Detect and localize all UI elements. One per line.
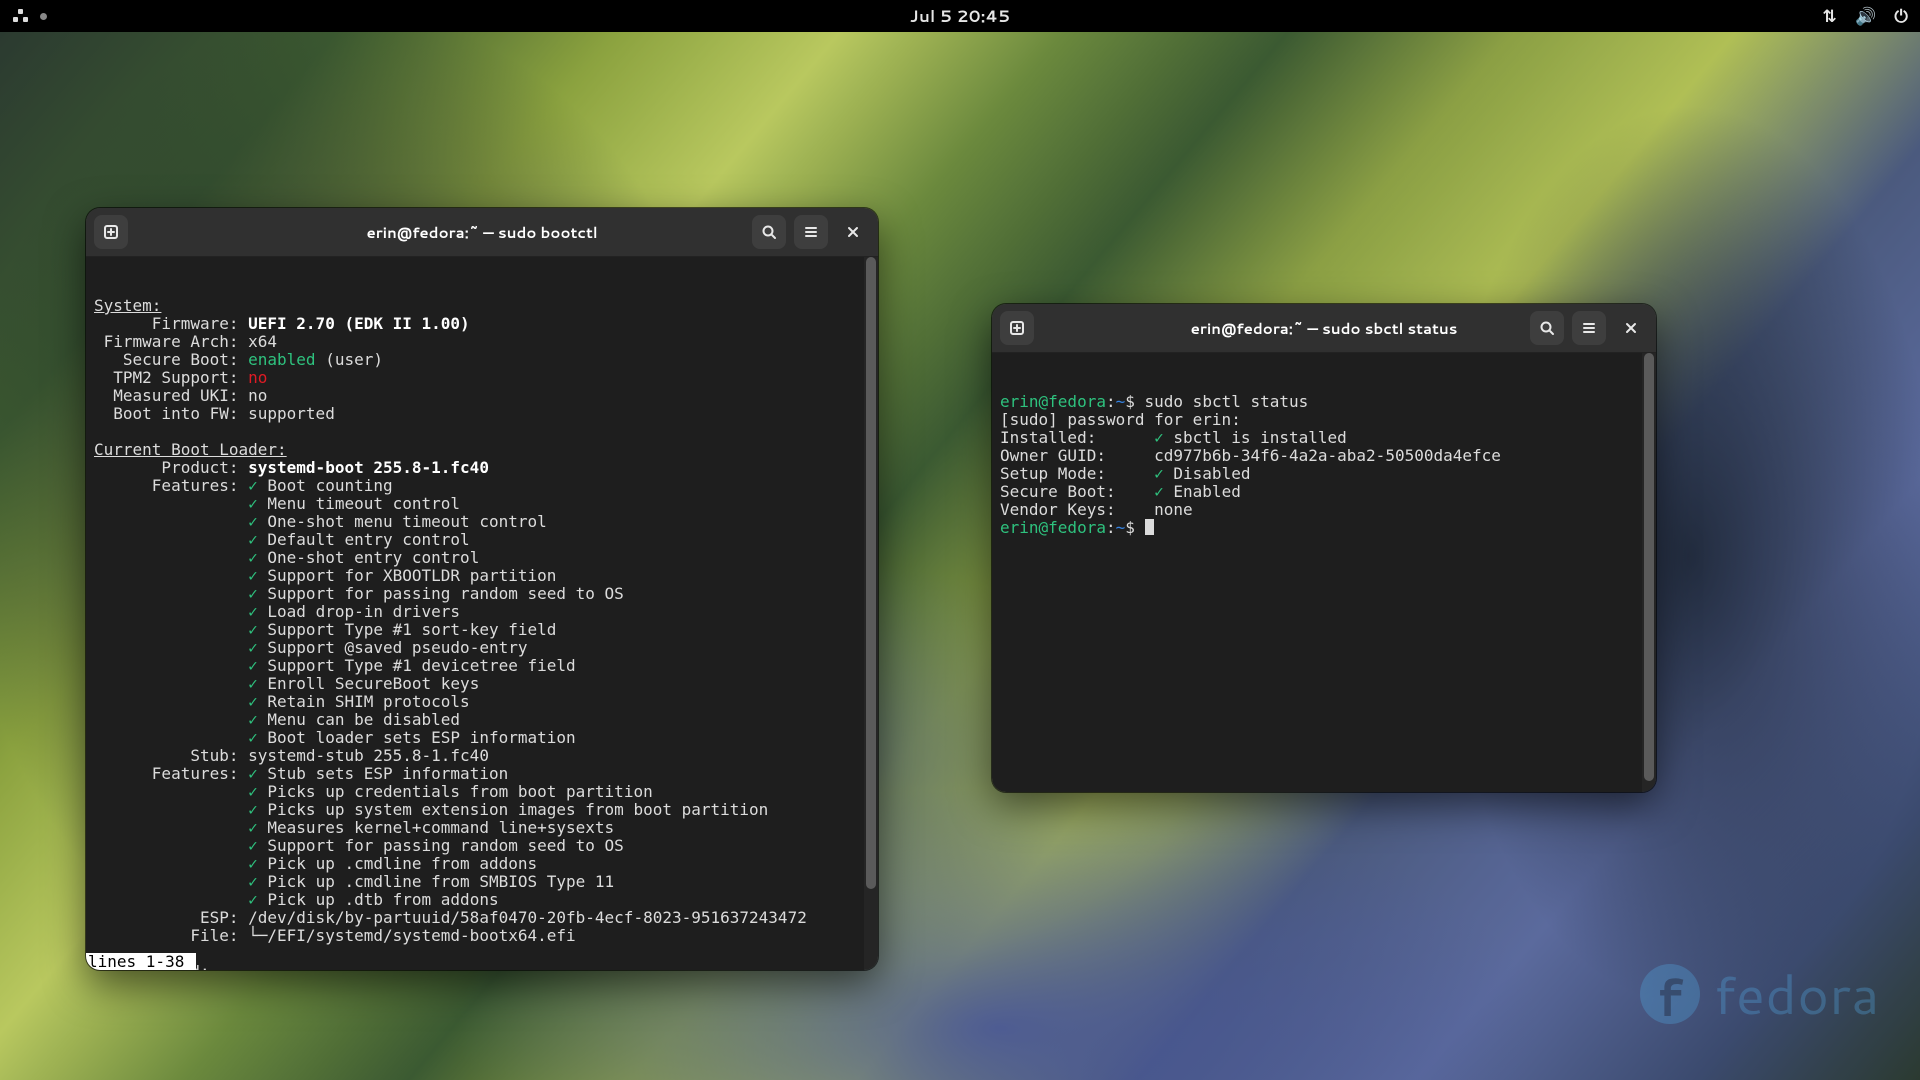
fedora-mark-icon — [1640, 964, 1700, 1024]
terminal-content[interactable]: System: Firmware: UEFI 2.70 (EDK II 1.00… — [86, 257, 878, 970]
new-tab-button[interactable] — [1000, 311, 1034, 345]
titlebar[interactable]: erin@fedora:~ — sudo bootctl — [86, 208, 878, 257]
scrollbar-thumb[interactable] — [866, 257, 876, 889]
gnome-topbar: Jul 5 20:45 ⇅ 🔊 ⏻ — [0, 0, 1920, 32]
volume-icon[interactable]: 🔊 — [1855, 8, 1876, 25]
menu-button[interactable] — [794, 215, 828, 249]
power-icon[interactable]: ⏻ — [1894, 8, 1908, 25]
terminal-content[interactable]: erin@fedora:~$ sudo sbctl status[sudo] p… — [992, 353, 1656, 792]
close-button[interactable] — [1614, 311, 1648, 345]
new-tab-button[interactable] — [94, 215, 128, 249]
terminal-window-bootctl[interactable]: erin@fedora:~ — sudo bootctl System: Fir… — [86, 208, 878, 970]
fedora-wordmark: fedora — [1714, 956, 1880, 1032]
scrollbar[interactable] — [864, 257, 878, 970]
scrollbar-thumb[interactable] — [1644, 353, 1654, 781]
terminal-window-sbctl[interactable]: erin@fedora:~ — sudo sbctl status erin@f… — [992, 304, 1656, 792]
search-button[interactable] — [1530, 311, 1564, 345]
fedora-logo: fedora — [1640, 956, 1880, 1032]
clock[interactable]: Jul 5 20:45 — [910, 5, 1010, 28]
close-button[interactable] — [836, 215, 870, 249]
scrollbar[interactable] — [1642, 353, 1656, 792]
pager-status: lines 1-38 — [86, 953, 196, 970]
menu-button[interactable] — [1572, 311, 1606, 345]
workspace-indicator[interactable] — [40, 13, 47, 20]
titlebar[interactable]: erin@fedora:~ — sudo sbctl status — [992, 304, 1656, 353]
network-icon[interactable]: ⇅ — [1823, 8, 1837, 25]
activities-icon[interactable] — [12, 7, 30, 25]
search-button[interactable] — [752, 215, 786, 249]
